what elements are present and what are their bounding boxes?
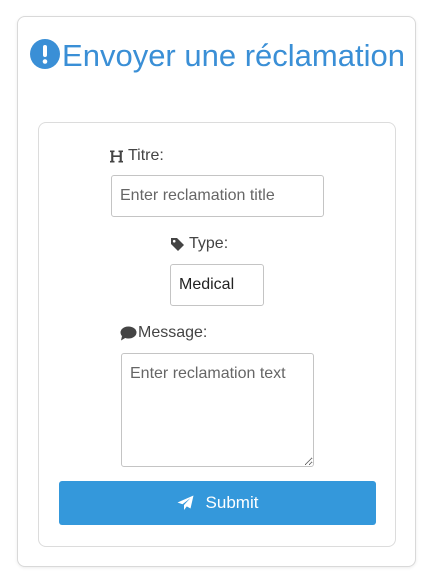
submit-button[interactable]: Submit (59, 481, 376, 525)
page-title: Envoyer une réclamation (18, 37, 417, 75)
titre-label: Titre: (109, 147, 164, 165)
exclamation-circle-icon (30, 39, 61, 69)
titre-label-text: Titre: (128, 147, 164, 164)
message-label: Message: (120, 324, 207, 342)
message-label-text: Message: (138, 324, 208, 341)
titre-input[interactable] (111, 175, 324, 217)
reclamation-card: Envoyer une réclamation Titre: Type: (17, 16, 416, 567)
heading-icon (110, 150, 123, 162)
submit-label: Submit (205, 493, 259, 512)
type-field[interactable] (170, 264, 264, 306)
page-title-text: Envoyer une réclamation (62, 38, 405, 73)
paper-plane-icon (177, 495, 194, 510)
tag-icon (171, 237, 184, 251)
reclamation-form: Titre: Type: Message: Submit (38, 122, 396, 547)
comment-icon (120, 326, 137, 340)
type-label-text: Type: (189, 235, 229, 252)
type-label: Type: (170, 235, 228, 253)
message-textarea[interactable] (121, 353, 314, 467)
